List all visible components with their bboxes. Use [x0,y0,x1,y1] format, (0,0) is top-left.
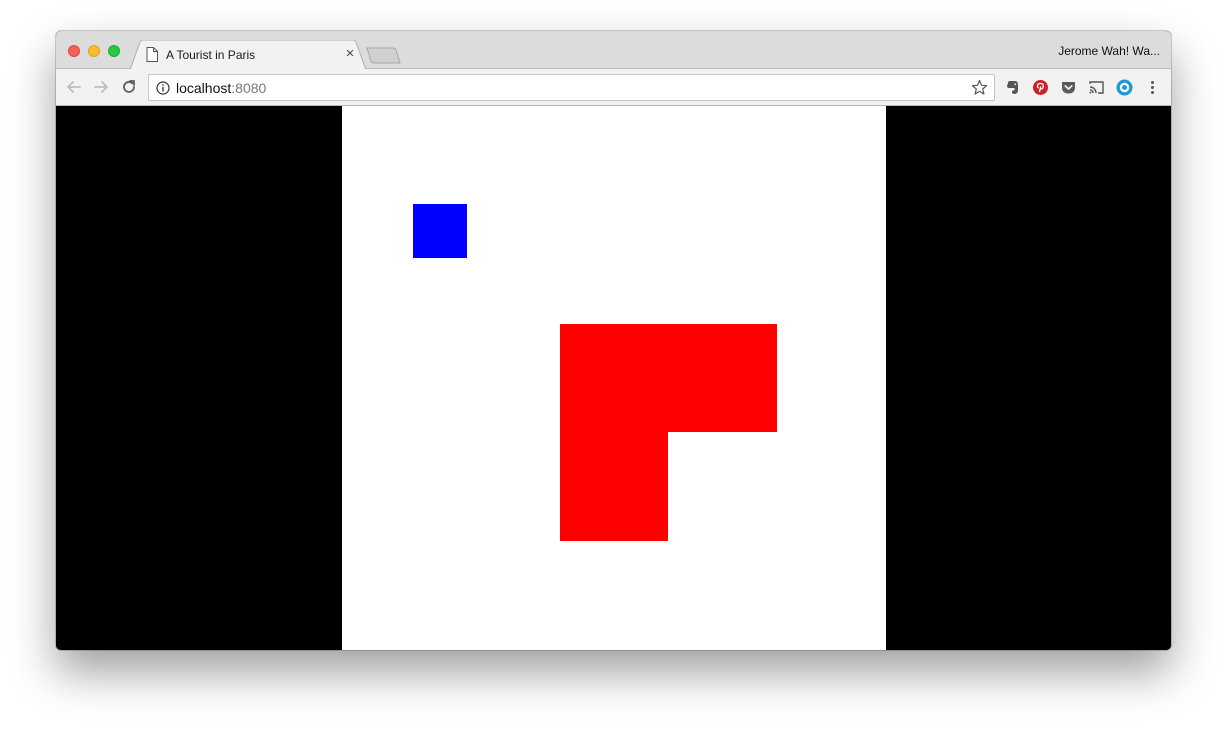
extension-circle-icon[interactable] [1116,79,1133,96]
red-l-block [560,324,777,541]
cast-icon[interactable] [1088,79,1105,96]
profile-name[interactable]: Jerome Wah! Wa... [1058,44,1160,58]
star-icon[interactable] [971,79,988,96]
back-arrow-icon[interactable] [65,78,83,96]
zoom-window-button[interactable] [108,45,120,57]
url-port: :8080 [231,80,267,96]
url-host: localhost [176,80,232,96]
tab-strip: A Tourist in Paris × Jerome Wah! Wa... [56,31,1171,70]
player-square [413,204,467,258]
address-bar[interactable]: localhost:8080 [148,74,995,101]
pinterest-icon[interactable] [1032,79,1049,96]
minimize-window-button[interactable] [88,45,100,57]
tab-title: A Tourist in Paris [166,48,256,62]
pocket-icon[interactable] [1060,79,1077,96]
game-board[interactable] [342,106,886,650]
reload-icon[interactable] [120,78,138,96]
info-icon[interactable] [156,81,170,95]
close-window-button[interactable] [68,45,80,57]
more-menu-icon[interactable] [1144,79,1161,96]
forward-arrow-icon[interactable] [92,78,110,96]
tab-active[interactable]: A Tourist in Paris × [130,40,366,70]
new-tab-button[interactable] [366,47,402,65]
browser-window: A Tourist in Paris × Jerome Wah! Wa... l… [56,31,1171,650]
page-icon [146,47,158,62]
page-content [56,106,1171,650]
evernote-icon[interactable] [1004,79,1021,96]
url-text[interactable]: localhost:8080 [176,80,266,96]
toolbar: localhost:8080 [56,69,1171,106]
tab-close-icon[interactable]: × [343,46,357,61]
